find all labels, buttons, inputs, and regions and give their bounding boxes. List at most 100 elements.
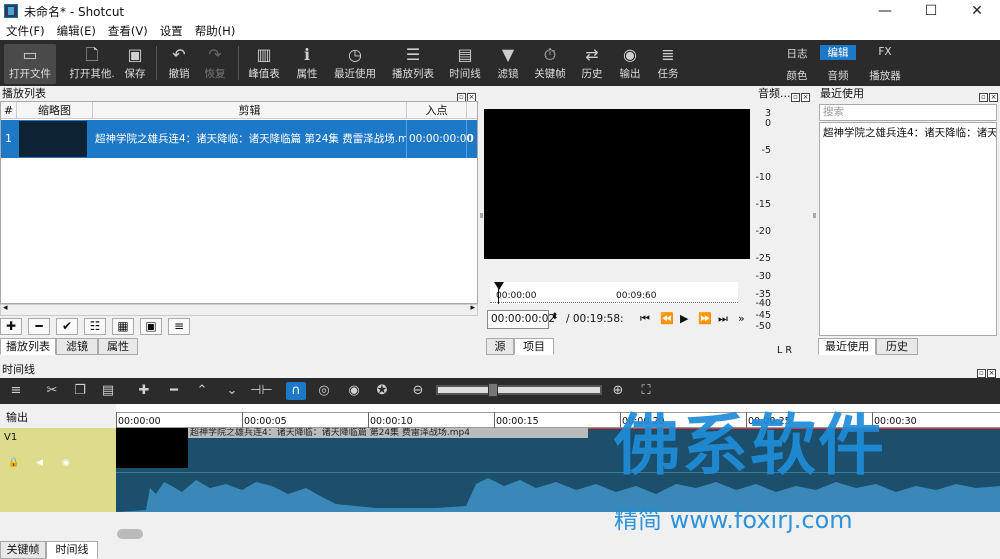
fast-forward-icon[interactable]: ⏩ xyxy=(698,312,712,325)
splitter-handle[interactable] xyxy=(480,213,483,218)
lift-icon[interactable]: ⌃ xyxy=(192,382,212,400)
mode-fx-button[interactable]: FX xyxy=(868,46,902,60)
tab-properties[interactable]: 属性 xyxy=(98,338,138,355)
skip-next-icon[interactable]: ⏭ xyxy=(718,312,728,326)
zoom-slider-handle[interactable] xyxy=(488,383,498,397)
tab-project[interactable]: 项目 xyxy=(514,338,554,355)
zoom-out-icon[interactable]: ⊖ xyxy=(408,382,428,400)
copy-icon[interactable]: ❐ xyxy=(70,382,90,400)
remove-icon[interactable]: ━ xyxy=(164,382,184,400)
maximize-button[interactable]: ☐ xyxy=(908,0,954,22)
list-item[interactable]: 超神学院之雄兵连4：诸天降临：诸天... xyxy=(820,123,996,142)
menu-edit[interactable]: 编辑(E) xyxy=(51,23,102,39)
player-timeline-ruler[interactable]: 00:00:00 00:09:60 xyxy=(490,282,738,304)
save-button[interactable]: ▣ 保存 xyxy=(120,44,150,84)
playlist-button[interactable]: ☰ 播放列表 xyxy=(390,44,436,84)
close-button[interactable]: ✕ xyxy=(954,0,1000,22)
tab-playlist[interactable]: 播放列表 xyxy=(0,338,56,355)
menu-help[interactable]: 帮助(H) xyxy=(189,23,242,39)
tab-history[interactable]: 历史 xyxy=(876,338,918,355)
column-header-clip[interactable]: 剪辑 xyxy=(93,102,407,119)
append-icon[interactable]: ✚ xyxy=(134,382,154,400)
column-header-in[interactable]: 入点 xyxy=(407,102,467,119)
playlist-icons-view-button[interactable]: ▣ xyxy=(140,318,162,335)
filters-button[interactable]: ▼ 滤镜 xyxy=(494,44,522,84)
mode-audio-button[interactable]: 音频 xyxy=(820,68,856,82)
jobs-button[interactable]: ≣ 任务 xyxy=(654,44,682,84)
mode-log-button[interactable]: 日志 xyxy=(780,46,814,60)
open-other-button[interactable]: 🗋 打开其他. xyxy=(64,44,120,84)
playlist-remove-button[interactable]: ━ xyxy=(28,318,50,335)
ripple-all-icon[interactable]: ✪ xyxy=(372,382,392,400)
peak-meter-button[interactable]: ▥ 峰值表 xyxy=(246,44,282,84)
scroll-left-icon[interactable]: ◂ xyxy=(3,303,8,313)
playlist-add-button[interactable]: ✚ xyxy=(0,318,22,335)
minimize-button[interactable]: — xyxy=(862,0,908,22)
close-icon[interactable]: × xyxy=(989,93,998,102)
float-icon[interactable]: ▫ xyxy=(977,369,986,378)
minus-icon: ━ xyxy=(35,319,43,333)
open-file-button[interactable]: ▭ 打开文件 xyxy=(4,44,56,84)
track-name: V1 xyxy=(4,432,18,443)
mute-icon[interactable]: ◀ xyxy=(36,458,43,468)
redo-button[interactable]: ↷ 恢复 xyxy=(200,44,230,84)
scroll-right-icon[interactable]: ▸ xyxy=(470,303,475,313)
undo-label: 撤销 xyxy=(168,68,190,80)
snap-magnet-icon[interactable]: ∩ xyxy=(286,382,306,400)
keyframes-button[interactable]: ⏱ 关键帧 xyxy=(532,44,568,84)
timeline-scroll-handle[interactable] xyxy=(117,529,143,539)
menu-settings[interactable]: 设置 xyxy=(154,23,189,39)
playlist-menu-button[interactable]: ≡ xyxy=(168,318,190,335)
menu-view[interactable]: 查看(V) xyxy=(102,23,154,39)
timeline-zoom-slider[interactable] xyxy=(436,385,602,395)
meter-scale-label: -40 xyxy=(755,298,771,309)
rewind-icon[interactable]: ⏪ xyxy=(660,312,674,325)
position-spinner-icon[interactable]: ⬍ xyxy=(551,312,559,322)
playlist-horizontal-scrollbar[interactable]: ◂ ▸ xyxy=(0,303,478,316)
splitter-handle[interactable] xyxy=(813,213,816,218)
position-timecode-input[interactable]: 00:00:00:02 xyxy=(487,310,555,329)
playlist-details-view-button[interactable]: ☷ xyxy=(84,318,106,335)
playlist-update-button[interactable]: ✔ xyxy=(56,318,78,335)
recent-button[interactable]: ◷ 最近使用 xyxy=(332,44,378,84)
split-icon[interactable]: ⊣⊢ xyxy=(250,382,273,400)
lock-icon[interactable]: 🔒 xyxy=(8,458,19,468)
recent-search-input[interactable]: 搜索 xyxy=(819,104,997,121)
overwrite-icon[interactable]: ⌄ xyxy=(222,382,242,400)
tab-recent[interactable]: 最近使用 xyxy=(818,338,876,355)
ripple-icon[interactable]: ◉ xyxy=(344,382,364,400)
timeline-menu-icon[interactable]: ≡ xyxy=(6,382,26,400)
track-header-v1[interactable]: V1 🔒 ◀ ◉ xyxy=(0,428,116,512)
save-label: 保存 xyxy=(124,68,146,80)
more-icon[interactable]: » xyxy=(738,312,745,325)
tab-source[interactable]: 源 xyxy=(486,338,514,355)
tab-keyframes[interactable]: 关键帧 xyxy=(0,541,46,559)
undo-button[interactable]: ↶ 撤销 xyxy=(164,44,194,84)
float-icon[interactable]: ▫ xyxy=(979,93,988,102)
play-icon[interactable]: ▶ xyxy=(680,312,688,325)
table-row[interactable]: 1 超神学院之雄兵连4：诸天降临：诸天降临篇 第24集 费雷泽战场.mp4 00… xyxy=(1,120,477,158)
peak-meter-label: 峰值表 xyxy=(248,68,280,80)
timeline-button[interactable]: ▤ 时间线 xyxy=(448,44,482,84)
mode-player-button[interactable]: 播放器 xyxy=(862,68,908,82)
paste-icon[interactable]: ▤ xyxy=(98,382,118,400)
skip-previous-icon[interactable]: ⏮ xyxy=(640,312,650,326)
mode-edit-button[interactable]: 编辑 xyxy=(820,45,856,60)
playlist-tiles-view-button[interactable]: ▦ xyxy=(112,318,134,335)
video-preview[interactable] xyxy=(484,109,750,259)
column-header-thumbnail[interactable]: 缩略图 xyxy=(17,102,93,119)
hide-eye-icon[interactable]: ◉ xyxy=(62,458,70,468)
output-button[interactable]: ◉ 输出 xyxy=(616,44,644,84)
menu-file[interactable]: 文件(F) xyxy=(0,23,51,39)
cut-icon[interactable]: ✂ xyxy=(42,382,62,400)
scrub-eye-icon[interactable]: ◎ xyxy=(314,382,334,400)
history-label: 历史 xyxy=(581,68,603,80)
playhead-marker-icon[interactable] xyxy=(494,282,504,290)
close-icon[interactable]: × xyxy=(987,369,996,378)
tab-filters[interactable]: 滤镜 xyxy=(56,338,98,355)
tab-timeline[interactable]: 时间线 xyxy=(46,541,98,559)
properties-button[interactable]: ℹ 属性 xyxy=(292,44,322,84)
mode-color-button[interactable]: 颜色 xyxy=(780,68,814,82)
column-header-index[interactable]: # xyxy=(1,102,17,119)
history-button[interactable]: ⇄ 历史 xyxy=(578,44,606,84)
